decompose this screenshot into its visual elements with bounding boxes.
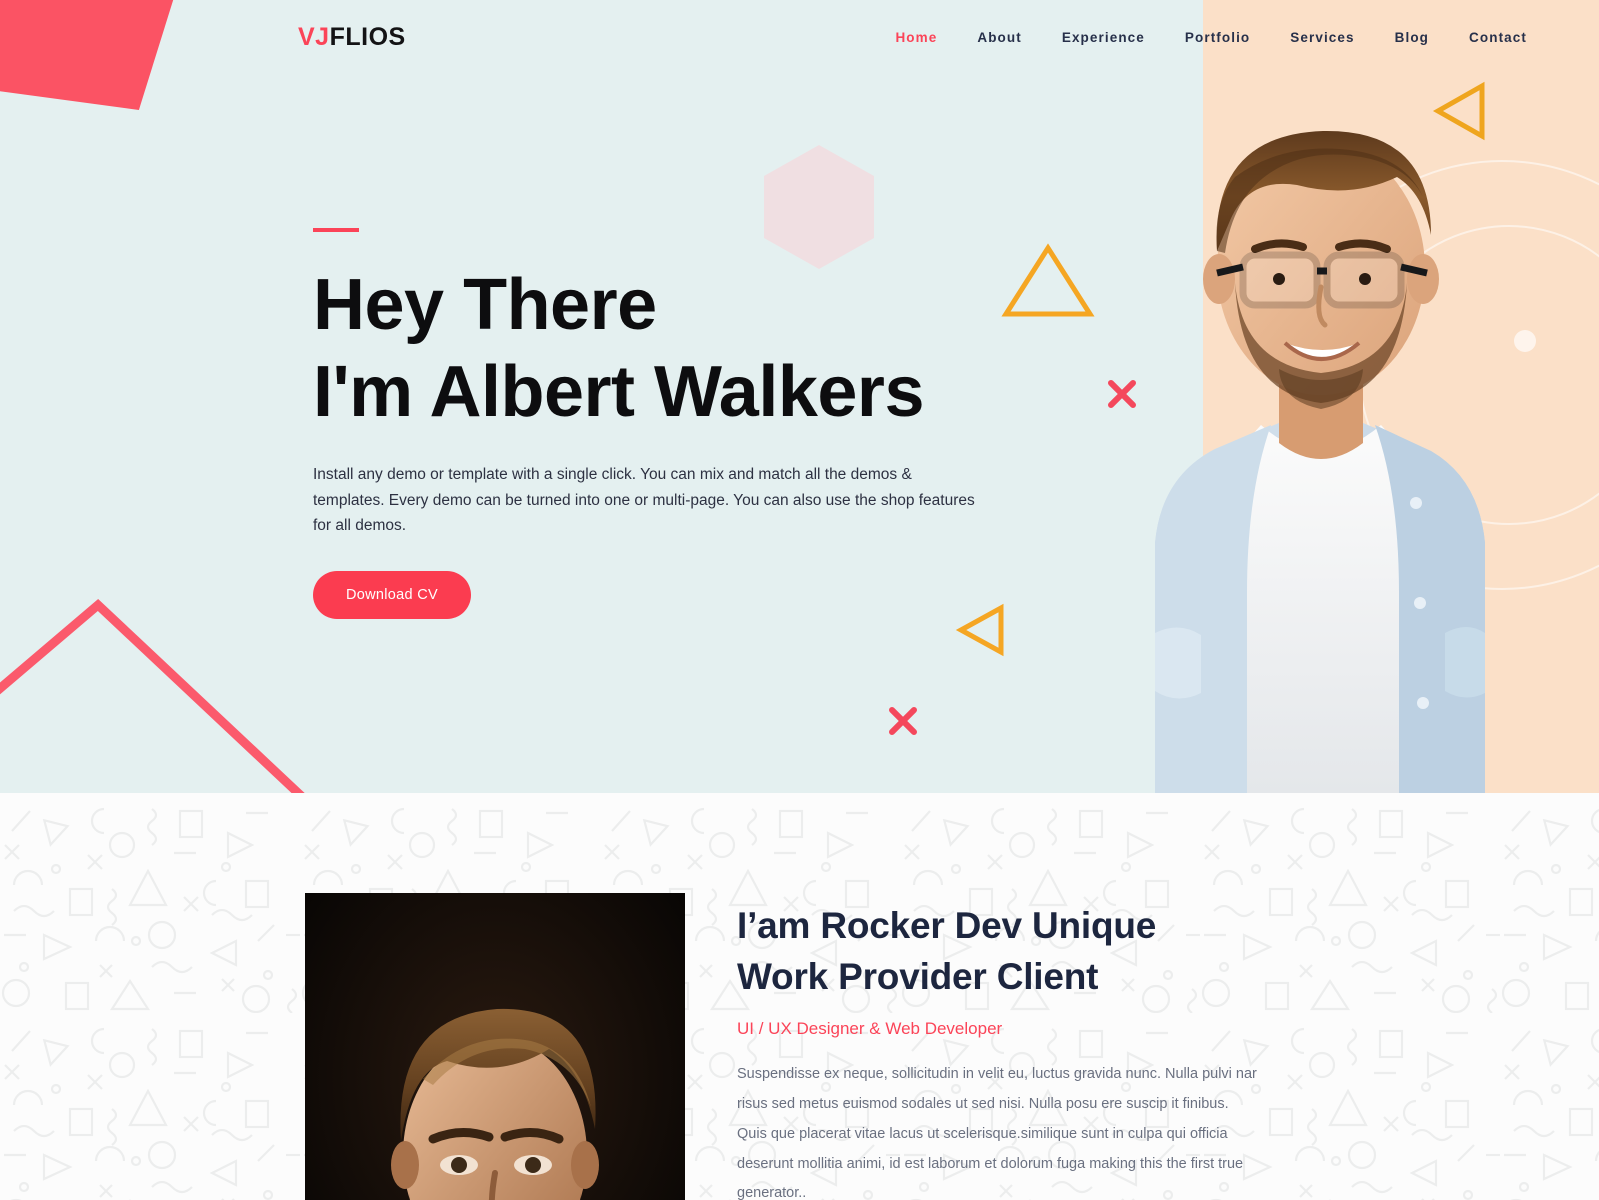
about-title-line-1: I’am Rocker Dev Unique [737, 905, 1157, 946]
decorative-chevron-outline [0, 598, 305, 793]
site-logo[interactable]: VJFLIOS [298, 23, 406, 52]
hero-portrait-image [1155, 130, 1485, 793]
about-description: Suspendisse ex neque, sollicitudin in ve… [737, 1066, 1257, 1200]
hero-section: VJFLIOS Home About Experience Portfolio … [0, 0, 1599, 793]
decorative-x-icon-3 [889, 707, 917, 735]
hero-accent-dash [313, 228, 359, 232]
logo-accent-text: VJ [298, 23, 330, 51]
nav-item-home[interactable]: Home [875, 24, 957, 51]
about-portrait-image [305, 893, 685, 1200]
logo-rest-text: FLIOS [329, 23, 406, 51]
about-subtitle: UI / UX Designer & Web Developer [737, 1019, 1003, 1039]
about-title-line-2: Work Provider Client [737, 955, 1099, 997]
about-inner: I’am Rocker Dev Unique Work Provider Cli… [0, 793, 1599, 1200]
nav-item-contact[interactable]: Contact [1449, 24, 1547, 51]
nav-item-blog[interactable]: Blog [1375, 24, 1449, 51]
download-cv-button[interactable]: Download CV [313, 570, 471, 619]
about-text-block: I’am Rocker Dev Unique Work Provider Cli… [737, 893, 1257, 1200]
hero-content: Hey There I'm Albert Walkers Install any… [313, 228, 1013, 619]
about-title: I’am Rocker Dev Unique Work Provider Cli… [737, 901, 1257, 1002]
nav-item-experience[interactable]: Experience [1042, 24, 1165, 51]
main-navbar: VJFLIOS Home About Experience Portfolio … [0, 0, 1599, 75]
hero-title-line-1: Hey There [313, 265, 657, 345]
nav-item-about[interactable]: About [957, 24, 1041, 51]
hero-description: Install any demo or template with a sing… [313, 466, 975, 535]
nav-item-services[interactable]: Services [1270, 24, 1374, 51]
hero-title-line-2: I'm Albert Walkers [313, 352, 924, 433]
about-section: I’am Rocker Dev Unique Work Provider Cli… [0, 793, 1599, 1200]
hero-title: Hey There I'm Albert Walkers [313, 262, 1013, 436]
nav-links: Home About Experience Portfolio Services… [875, 24, 1547, 51]
nav-item-portfolio[interactable]: Portfolio [1165, 24, 1270, 51]
